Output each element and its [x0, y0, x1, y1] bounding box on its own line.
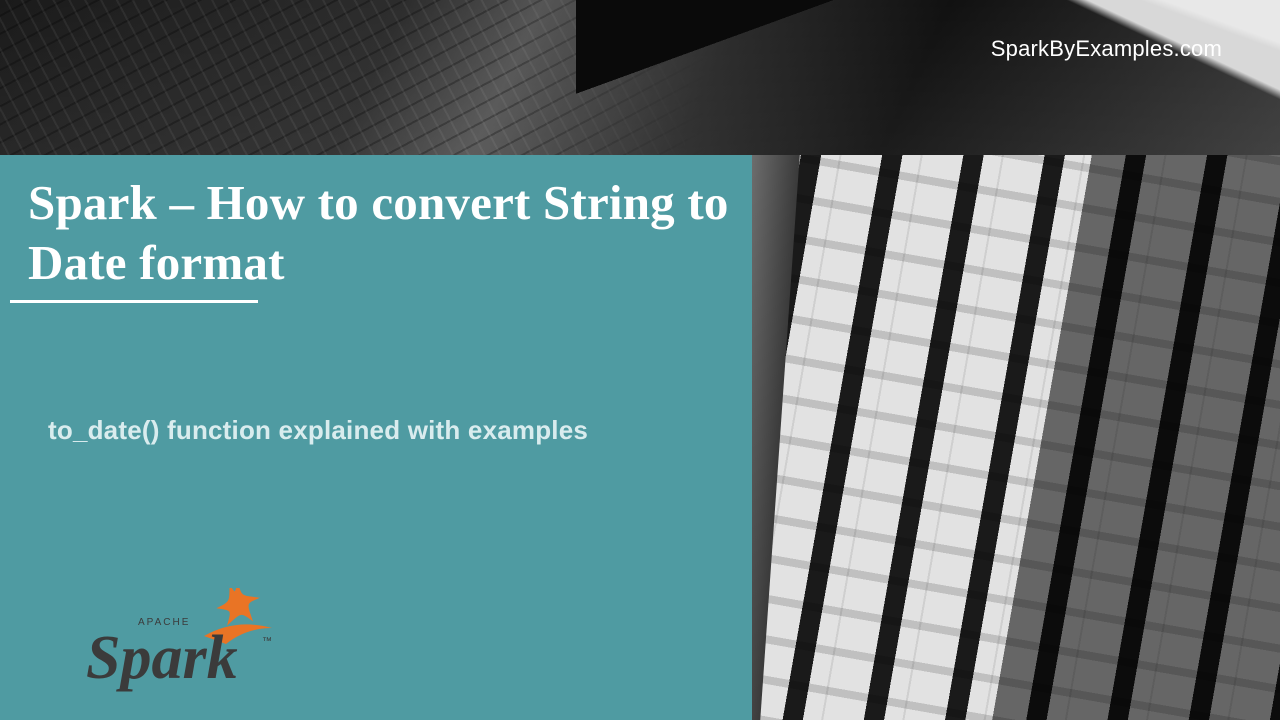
slide-title: Spark – How to convert String to Date fo… [28, 173, 742, 293]
content-panel: Spark – How to convert String to Date fo… [0, 155, 752, 720]
background-upper-buildings [0, 0, 1280, 170]
logo-trademark: ™ [262, 636, 272, 647]
slide-subtitle: to_date() function explained with exampl… [48, 415, 588, 446]
slide-stage: SparkByExamples.com Spark – How to conve… [0, 0, 1280, 720]
site-label: SparkByExamples.com [991, 36, 1222, 62]
logo-spark-text: Spark [86, 624, 238, 692]
background-right-building [740, 155, 1280, 720]
apache-spark-logo: APACHE Spark ™ [86, 588, 306, 698]
title-underline [10, 300, 258, 303]
